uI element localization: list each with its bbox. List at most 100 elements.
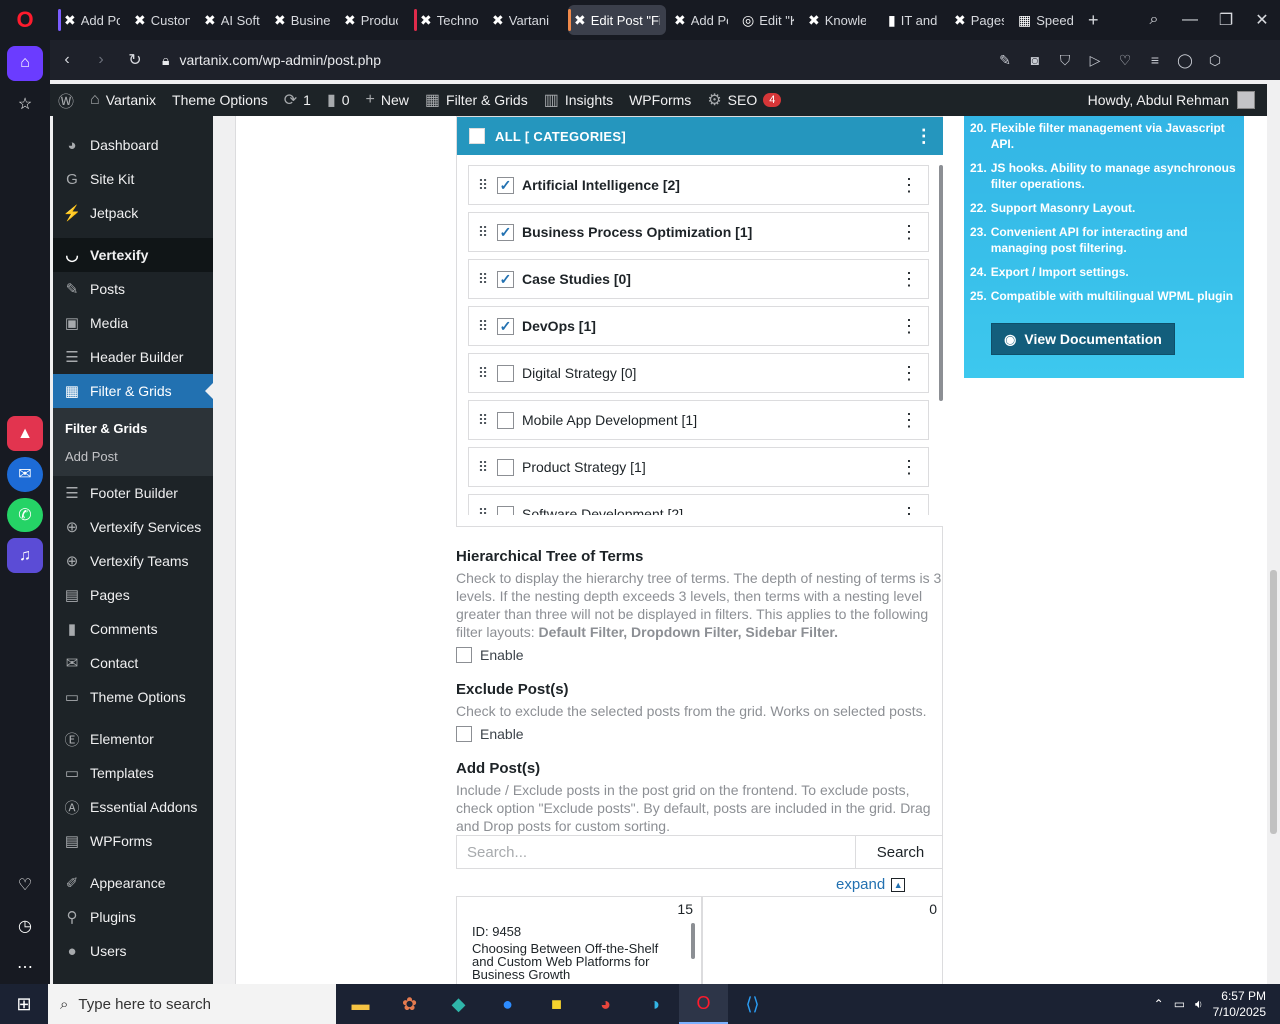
exclude-enable-checkbox[interactable]: [456, 726, 472, 742]
edge-icon[interactable]: ◑: [630, 984, 679, 1024]
drag-handle-icon[interactable]: ⠿: [469, 318, 497, 335]
aria-icon[interactable]: ▲: [7, 416, 43, 451]
history-icon[interactable]: ◷: [7, 909, 43, 944]
kebab-menu-icon[interactable]: ⋮: [900, 363, 918, 384]
menu-media[interactable]: ▣ Media: [53, 306, 213, 340]
menu-essential-addons[interactable]: Ⓐ Essential Addons: [53, 790, 213, 824]
zoom-icon[interactable]: ●: [483, 984, 532, 1024]
home-icon[interactable]: ⌂: [7, 46, 43, 81]
wpforms-link[interactable]: WPForms: [621, 84, 699, 116]
menu-contact[interactable]: ✉ Contact: [53, 646, 213, 680]
drag-handle-icon[interactable]: ⠿: [469, 224, 497, 241]
drag-handle-icon[interactable]: ⠿: [469, 271, 497, 288]
chevron-up-icon[interactable]: ⌃: [1154, 997, 1164, 1011]
hierarchy-enable-checkbox[interactable]: [456, 647, 472, 663]
camera-icon[interactable]: ◙: [1020, 52, 1050, 68]
drag-handle-icon[interactable]: ⠿: [469, 177, 497, 194]
posts-scrollbar[interactable]: [691, 923, 695, 959]
drag-handle-icon[interactable]: ⠿: [469, 506, 497, 516]
category-row[interactable]: ⠿ Mobile App Development [1] ⋮: [468, 400, 929, 440]
browser-tab[interactable]: ✖ Busine: [268, 5, 336, 35]
drag-handle-icon[interactable]: ⠿: [469, 365, 497, 382]
category-row[interactable]: ⠿ Product Strategy [1] ⋮: [468, 447, 929, 487]
menu-posts[interactable]: ✎ Posts: [53, 272, 213, 306]
music-icon[interactable]: ♫: [7, 538, 43, 573]
extensions-icon[interactable]: ⬡: [1200, 52, 1230, 69]
browser-tab[interactable]: ▦ Speed: [1012, 5, 1080, 35]
heart-icon[interactable]: ♡: [1110, 52, 1140, 69]
filter-grids-link[interactable]: ▦ Filter & Grids: [417, 84, 536, 116]
menu-appearance[interactable]: ✐ Appearance: [53, 866, 213, 900]
heart-icon[interactable]: ♡: [7, 868, 43, 903]
search-tabs-icon[interactable]: ⌕: [1136, 0, 1172, 40]
app-icon[interactable]: ◆: [434, 984, 483, 1024]
browser-tab[interactable]: ✖ Vartani: [486, 5, 558, 35]
volume-icon[interactable]: 🔉︎: [1195, 997, 1203, 1012]
browser-tab[interactable]: ✖ Edit Post "Fil: [568, 5, 666, 35]
paint-icon[interactable]: ✿: [385, 984, 434, 1024]
clock[interactable]: 6:57 PM 7/10/2025: [1213, 988, 1266, 1020]
kebab-menu-icon[interactable]: ⋮: [900, 316, 918, 337]
category-row[interactable]: ⠿ ✓ Business Process Optimization [1] ⋮: [468, 212, 929, 252]
kebab-menu-icon[interactable]: ⋮: [900, 504, 918, 516]
reload-button[interactable]: ↻: [118, 40, 152, 80]
menu-pages[interactable]: ▤ Pages: [53, 578, 213, 612]
chrome-icon[interactable]: ◕: [581, 984, 630, 1024]
wp-logo[interactable]: Ⓦ: [50, 84, 82, 116]
browser-tab[interactable]: ✖ AI Soft: [198, 5, 266, 35]
category-row[interactable]: ⠿ ✓ Artificial Intelligence [2] ⋮: [468, 165, 929, 205]
hierarchy-enable[interactable]: Enable: [456, 647, 948, 663]
menu-theme-options[interactable]: ▭ Theme Options: [53, 680, 213, 714]
category-checkbox[interactable]: ✓: [497, 270, 514, 288]
opera-icon[interactable]: O: [679, 984, 728, 1024]
comments-link[interactable]: ▮ 0: [319, 84, 358, 116]
category-row[interactable]: ⠿ ✓ DevOps [1] ⋮: [468, 306, 929, 346]
theme-options-link[interactable]: Theme Options: [164, 84, 276, 116]
category-checkbox[interactable]: [497, 458, 514, 476]
menu-header-builder[interactable]: ☰ Header Builder: [53, 340, 213, 374]
url-field[interactable]: 🔒︎ vartanix.com/wp-admin/post.php: [162, 52, 990, 69]
browser-tab[interactable]: ✖ Knowle: [802, 5, 872, 35]
browser-tab[interactable]: ✖ Pages: [948, 5, 1010, 35]
shield-icon[interactable]: ⛉: [1050, 52, 1080, 69]
seo-link[interactable]: ⚙ SEO 4: [699, 84, 789, 116]
menu-footer-builder[interactable]: ☰ Footer Builder: [53, 476, 213, 510]
share-icon[interactable]: ✎: [990, 52, 1020, 69]
page-scrollbar[interactable]: [1267, 84, 1280, 984]
taskbar-search[interactable]: ⌕ Type here to search: [48, 984, 336, 1024]
menu-dashboard[interactable]: ◕ Dashboard: [53, 128, 213, 162]
maximize-button[interactable]: ❐: [1208, 0, 1244, 40]
category-checkbox[interactable]: [497, 505, 514, 515]
kebab-menu-icon[interactable]: ⋮: [900, 175, 918, 196]
category-checkbox[interactable]: [497, 411, 514, 429]
whatsapp-icon[interactable]: ✆: [7, 497, 43, 533]
forward-button[interactable]: ›: [84, 40, 118, 80]
star-icon[interactable]: ☆: [7, 87, 43, 122]
play-icon[interactable]: ▷: [1080, 52, 1110, 69]
browser-tab[interactable]: ✖ Custon: [128, 5, 196, 35]
browser-tab[interactable]: ✖Add Po: [668, 5, 734, 35]
close-window-button[interactable]: ✕: [1244, 0, 1280, 40]
kebab-menu-icon[interactable]: ⋮: [900, 457, 918, 478]
site-name-link[interactable]: ⌂ Vartanix: [82, 84, 164, 116]
expand-toggle[interactable]: expand ▲: [836, 876, 906, 893]
category-row[interactable]: ⠿ Software Development [2] ⋮: [468, 494, 929, 515]
more-icon[interactable]: ⋯: [7, 949, 43, 984]
file-explorer-icon[interactable]: ▬: [336, 984, 385, 1024]
menu-wpforms[interactable]: ▤ WPForms: [53, 824, 213, 858]
kebab-menu-icon[interactable]: ⋮: [900, 269, 918, 290]
view-documentation-button[interactable]: ◉ View Documentation: [991, 323, 1175, 355]
windows-start-icon[interactable]: ⊞: [0, 984, 48, 1024]
category-checkbox[interactable]: ✓: [497, 223, 514, 241]
browser-tab[interactable]: ▮ IT and: [882, 5, 946, 35]
browser-tab[interactable]: ◎Edit "K: [736, 5, 800, 35]
back-button[interactable]: ‹: [50, 40, 84, 80]
new-content-link[interactable]: + New: [358, 84, 417, 116]
post-search-input[interactable]: Search...: [457, 836, 856, 868]
menu-users[interactable]: ● Users: [53, 934, 213, 968]
drag-handle-icon[interactable]: ⠿: [469, 459, 497, 476]
menu-vertexify-services[interactable]: ⊕ Vertexify Services: [53, 510, 213, 544]
new-tab-button[interactable]: +: [1082, 5, 1105, 35]
kebab-menu-icon[interactable]: ⋮: [915, 126, 933, 147]
menu-vertexify[interactable]: ◡ Vertexify: [53, 238, 213, 272]
